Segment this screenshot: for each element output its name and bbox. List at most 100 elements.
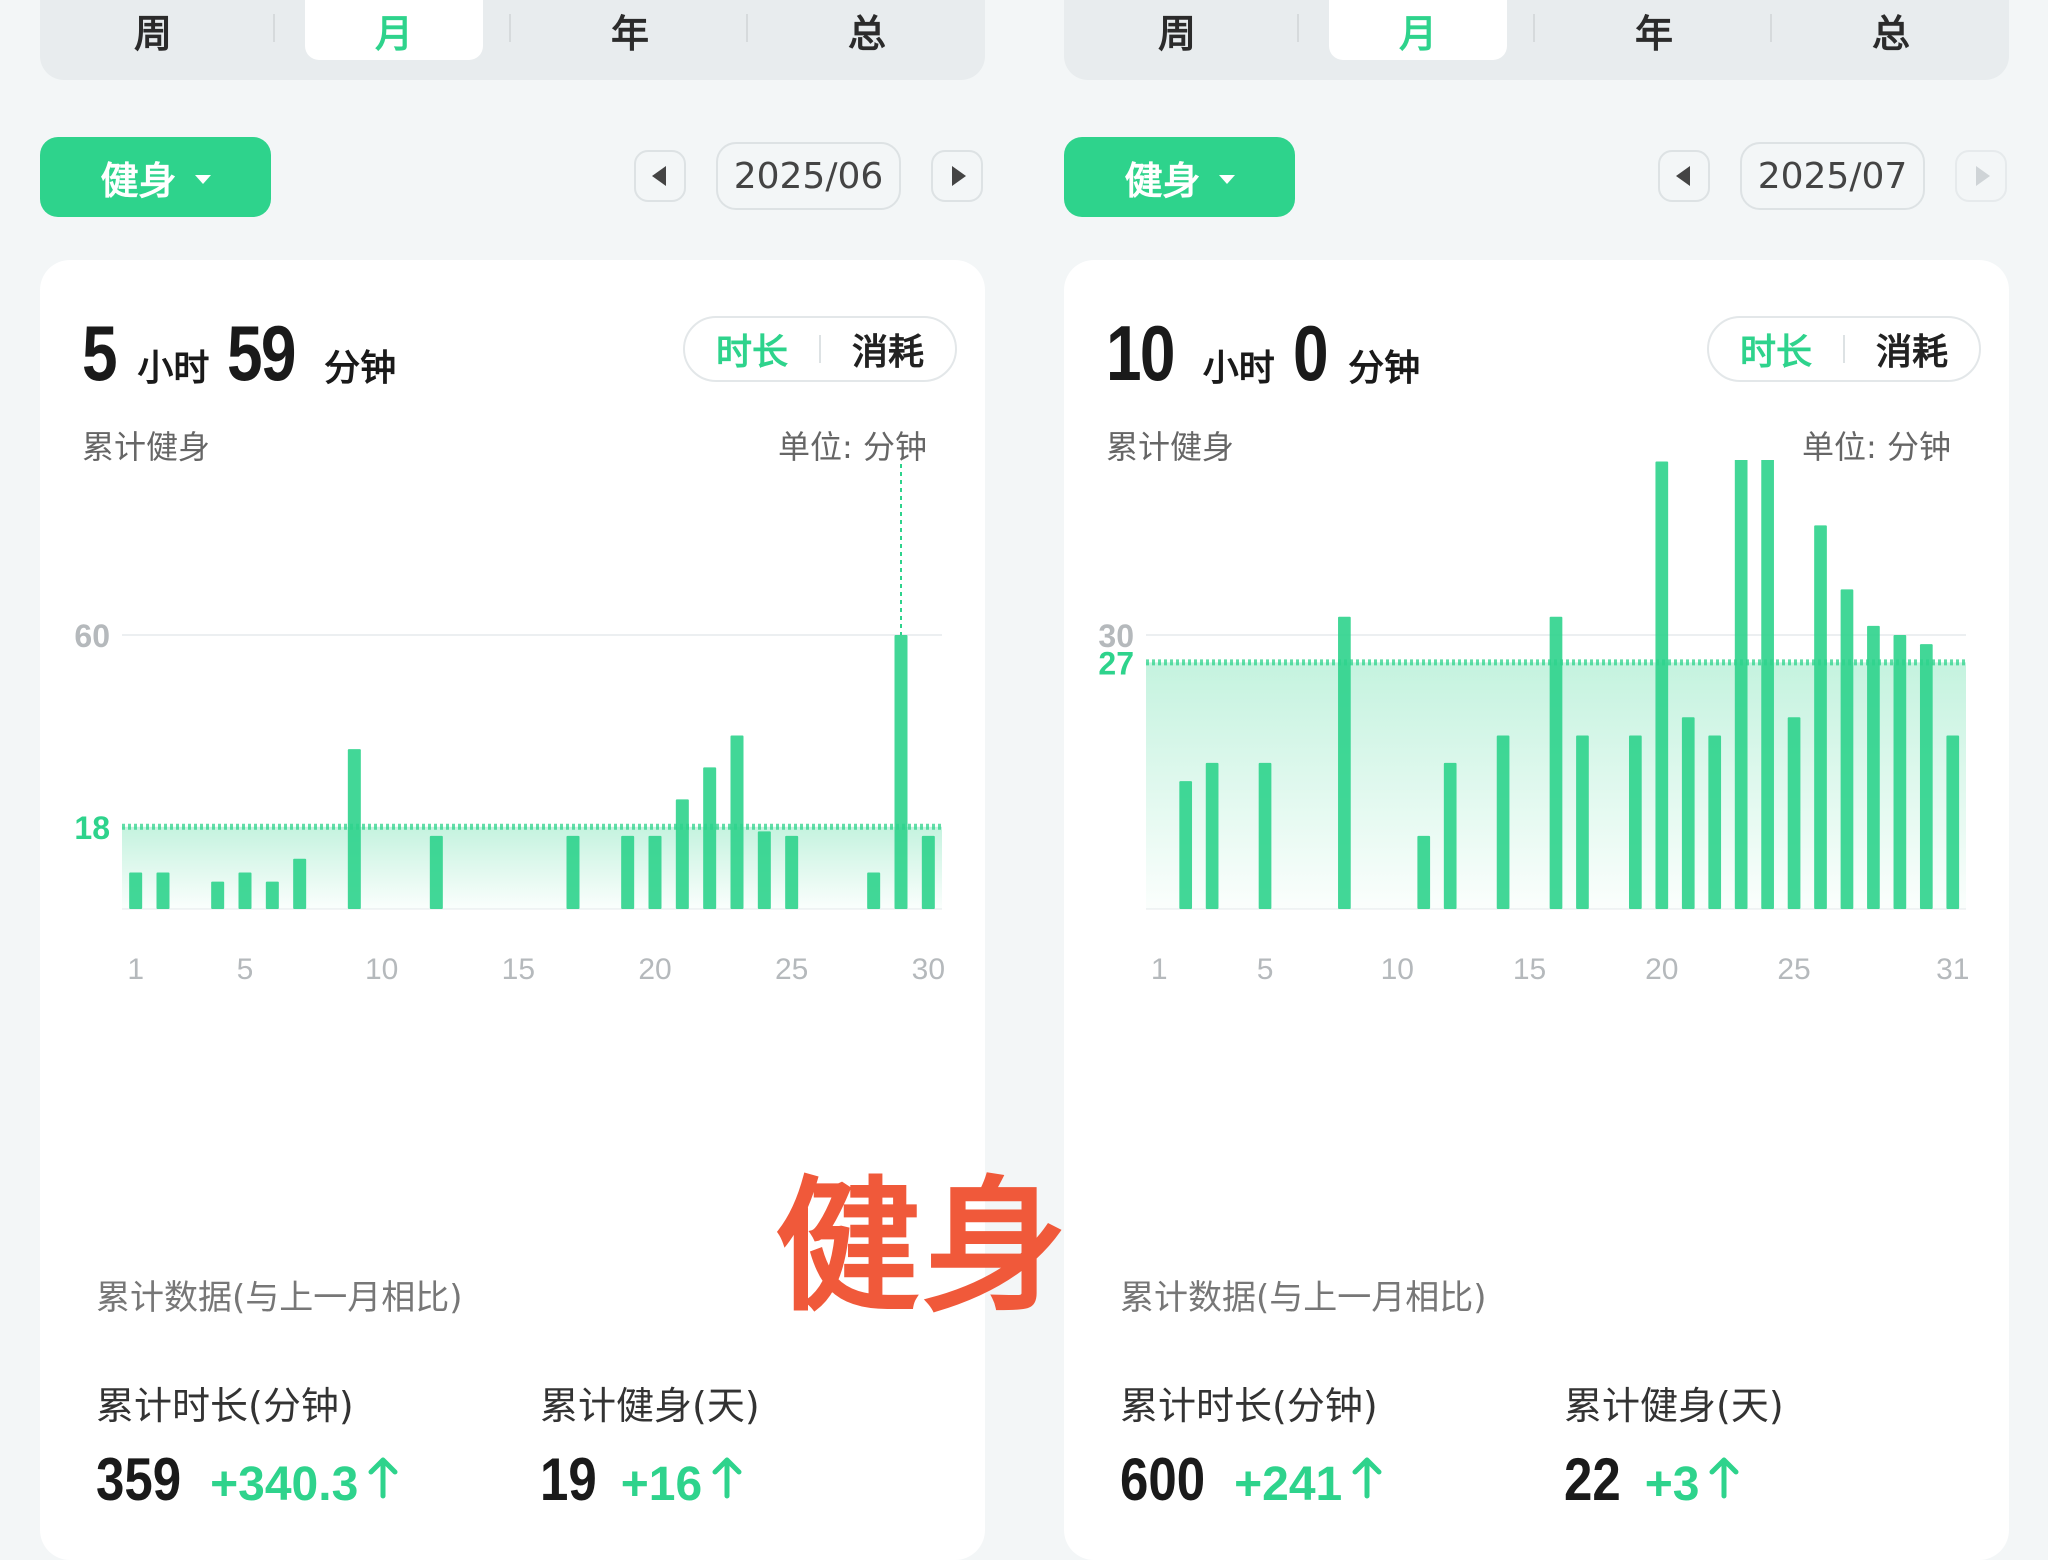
bar-day-28: [1867, 625, 1880, 909]
bar-day-16: [1549, 616, 1563, 909]
x-tick-label: 10: [1381, 953, 1414, 986]
daily-bar-chart: 60302759151015202531: [1098, 460, 1969, 986]
stat-days-label: 累计健身(天): [1564, 1384, 1784, 1428]
stats-card: 10 小时 0 分钟 时长 消耗 累计健身 单位: 分钟 60302759151…: [1064, 260, 2009, 1560]
up-arrow-icon: [368, 1457, 398, 1499]
bar-day-19: [621, 835, 635, 909]
period-tabs: 周 月 年 总: [1064, 0, 2009, 80]
tab-week[interactable]: 周: [64, 0, 242, 60]
total-minutes: 59: [227, 309, 297, 397]
category-dropdown[interactable]: 健身: [40, 137, 271, 217]
x-tick-label: 25: [1777, 953, 1810, 986]
up-arrow-icon: [1352, 1457, 1382, 1499]
bar-day-26: [1814, 525, 1827, 909]
toggle-duration[interactable]: 时长: [685, 323, 819, 375]
bar-day-27: [1840, 589, 1854, 909]
hours-unit: 小时: [137, 348, 210, 389]
category-dropdown[interactable]: 健身: [1064, 137, 1295, 217]
metric-toggle[interactable]: 时长 消耗: [1707, 316, 1981, 382]
x-tick-label: 20: [1645, 953, 1678, 986]
total-hours: 10: [1106, 309, 1176, 397]
category-label: 健身: [100, 158, 177, 203]
stat-duration-delta: +340.3: [210, 1458, 359, 1511]
x-tick-label: 5: [1257, 953, 1274, 986]
bar-day-9: [347, 749, 361, 909]
period-display[interactable]: 2025/06: [716, 142, 901, 210]
tab-month[interactable]: 月: [1329, 0, 1507, 60]
x-tick-label: 1: [127, 953, 144, 986]
stat-duration-label: 累计时长(分钟): [96, 1384, 354, 1428]
category-label: 健身: [1124, 158, 1201, 203]
stat-duration: 359 +340.3: [96, 1445, 400, 1514]
panel-july: 周 月 年 总 健身 2025/07 10 小时 0 分钟 时长 消耗 累计健身…: [1064, 0, 2009, 1560]
next-period-button[interactable]: [931, 150, 983, 202]
stat-duration-value: 359: [96, 1446, 182, 1513]
tab-divider: [1533, 14, 1535, 42]
bar-day-21: [1681, 717, 1695, 909]
bar-day-1: [129, 872, 143, 909]
tab-divider: [1770, 14, 1772, 42]
bar-day-19: [1629, 735, 1642, 909]
metric-toggle[interactable]: 时长 消耗: [683, 316, 957, 382]
total-duration: 5 小时 59 分钟: [82, 308, 414, 397]
tab-total[interactable]: 总: [1802, 0, 1980, 60]
bar-day-22: [703, 767, 717, 909]
x-tick-label: 15: [502, 953, 535, 986]
bar-day-30: [1919, 644, 1933, 909]
bar-day-29: [894, 635, 908, 909]
bar-day-2: [156, 872, 170, 909]
bar-day-29: [1893, 635, 1907, 909]
prev-period-button[interactable]: [1658, 150, 1710, 202]
total-hours: 5: [82, 309, 118, 397]
chevron-right-icon: [1975, 166, 1990, 186]
cumulative-title: 累计数据(与上一月相比): [1120, 1278, 1487, 1318]
stat-days-value: 22: [1564, 1446, 1621, 1513]
bar-day-23: [1734, 460, 1748, 909]
x-tick-label: 20: [638, 953, 671, 986]
tab-divider: [509, 14, 511, 42]
toggle-duration[interactable]: 时长: [1709, 323, 1843, 375]
bar-day-12: [1443, 762, 1457, 909]
tab-divider: [1297, 14, 1299, 42]
caret-down-icon: [194, 174, 211, 184]
cumulative-title: 累计数据(与上一月相比): [96, 1278, 463, 1318]
bar-day-11: [1417, 835, 1431, 909]
bar-day-17: [566, 835, 580, 909]
caret-down-icon: [1218, 174, 1235, 184]
stat-days: 22 +3: [1564, 1445, 1741, 1514]
tab-total[interactable]: 总: [778, 0, 956, 60]
tab-year[interactable]: 年: [541, 0, 719, 60]
stat-duration-delta: +241: [1234, 1458, 1343, 1511]
bar-day-8: [1338, 616, 1351, 909]
prev-period-button[interactable]: [634, 150, 686, 202]
stat-duration: 600 +241: [1120, 1445, 1384, 1514]
y-tick-label: 60: [74, 618, 110, 654]
hours-unit: 小时: [1202, 348, 1275, 389]
tab-year[interactable]: 年: [1565, 0, 1743, 60]
bar-day-24: [1761, 460, 1774, 909]
bar-day-17: [1576, 735, 1589, 909]
period-display[interactable]: 2025/07: [1740, 142, 1925, 210]
bar-day-20: [1655, 461, 1669, 909]
period-tabs: 周 月 年 总: [40, 0, 985, 80]
next-period-button[interactable]: [1955, 150, 2007, 202]
stat-duration-label: 累计时长(分钟): [1120, 1384, 1378, 1428]
bar-day-6: [265, 881, 279, 909]
x-tick-label: 25: [775, 953, 808, 986]
bar-day-3: [1205, 762, 1219, 909]
stat-days: 19 +16: [540, 1445, 744, 1514]
x-tick-label: 5: [237, 953, 254, 986]
bar-day-2: [1179, 781, 1193, 909]
bar-day-14: [1496, 735, 1510, 909]
stats-card: 5 小时 59 分钟 时长 消耗 累计健身 单位: 分钟 12060186015…: [40, 260, 985, 1560]
bar-day-30: [921, 835, 935, 909]
tab-week[interactable]: 周: [1088, 0, 1266, 60]
total-duration: 10 小时 0 分钟: [1106, 308, 1438, 397]
toggle-calories[interactable]: 消耗: [821, 323, 955, 375]
tab-month[interactable]: 月: [305, 0, 483, 60]
x-tick-label: 31: [1936, 953, 1969, 986]
bar-day-24: [757, 831, 771, 909]
x-tick-label: 1: [1151, 953, 1168, 986]
minutes-unit: 分钟: [324, 348, 397, 389]
toggle-calories[interactable]: 消耗: [1845, 323, 1979, 375]
